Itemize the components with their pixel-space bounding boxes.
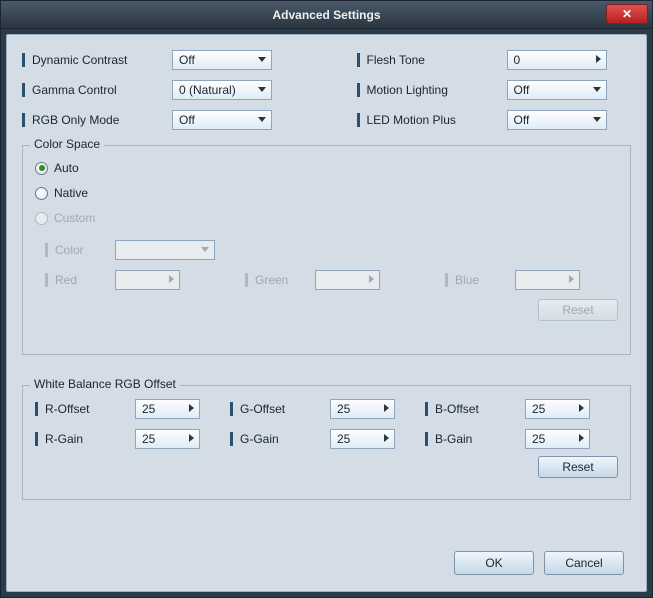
label-g-gain: G-Gain (230, 432, 330, 446)
row-dynamic-flesh: Dynamic Contrast Off Flesh Tone 0 (22, 45, 631, 75)
chevron-down-icon (258, 57, 266, 62)
label-flesh-tone: Flesh Tone (357, 53, 507, 67)
footer-buttons: OK Cancel (454, 551, 624, 575)
spinner-green (315, 270, 380, 290)
spinner-red (115, 270, 180, 290)
spinner-r-gain[interactable]: 25 (135, 429, 200, 449)
titlebar: Advanced Settings ✕ (1, 1, 652, 29)
label-gamma-control: Gamma Control (22, 83, 172, 97)
ok-button[interactable]: OK (454, 551, 534, 575)
spinner-b-offset[interactable]: 25 (525, 399, 590, 419)
radio-row-native: Native (35, 182, 618, 204)
spinner-b-gain[interactable]: 25 (525, 429, 590, 449)
label-color: Color (45, 243, 115, 257)
cancel-button[interactable]: Cancel (544, 551, 624, 575)
window-title: Advanced Settings (272, 8, 380, 22)
content-panel: Dynamic Contrast Off Flesh Tone 0 Gamma … (6, 34, 647, 592)
chevron-right-icon (569, 275, 574, 283)
fieldset-white-balance: White Balance RGB Offset R-Offset 25 G-O… (22, 385, 631, 500)
spinner-blue (515, 270, 580, 290)
chevron-right-icon (189, 404, 194, 412)
chevron-down-icon (593, 117, 601, 122)
spinner-r-offset[interactable]: 25 (135, 399, 200, 419)
chevron-down-icon (593, 87, 601, 92)
button-colorspace-reset: Reset (538, 299, 618, 321)
chevron-right-icon (596, 55, 601, 63)
chevron-right-icon (579, 404, 584, 412)
combo-motion-lighting[interactable]: Off (507, 80, 607, 100)
label-rgb-only-mode: RGB Only Mode (22, 113, 172, 127)
chevron-right-icon (579, 434, 584, 442)
radio-label-auto: Auto (54, 161, 79, 175)
color-space-custom-panel: Color Red Green Blue (45, 235, 618, 325)
chevron-right-icon (169, 275, 174, 283)
row-rgbonly-led: RGB Only Mode Off LED Motion Plus Off (22, 105, 631, 135)
combo-led-motion-plus[interactable]: Off (507, 110, 607, 130)
chevron-down-icon (201, 247, 209, 252)
legend-white-balance: White Balance RGB Offset (30, 377, 180, 391)
spinner-flesh-tone[interactable]: 0 (507, 50, 607, 70)
radio-label-custom: Custom (54, 211, 95, 225)
label-g-offset: G-Offset (230, 402, 330, 416)
label-led-motion-plus: LED Motion Plus (357, 113, 507, 127)
label-motion-lighting: Motion Lighting (357, 83, 507, 97)
radio-auto[interactable] (35, 162, 48, 175)
radio-native[interactable] (35, 187, 48, 200)
label-green: Green (245, 273, 315, 287)
radio-custom (35, 212, 48, 225)
legend-color-space: Color Space (30, 137, 104, 151)
spinner-g-gain[interactable]: 25 (330, 429, 395, 449)
label-b-gain: B-Gain (425, 432, 525, 446)
combo-rgb-only-mode[interactable]: Off (172, 110, 272, 130)
fieldset-color-space: Color Space Auto Native Custom Color (22, 145, 631, 355)
radio-row-auto: Auto (35, 157, 618, 179)
label-dynamic-contrast: Dynamic Contrast (22, 53, 172, 67)
label-blue: Blue (445, 273, 515, 287)
combo-color (115, 240, 215, 260)
label-r-offset: R-Offset (35, 402, 135, 416)
label-b-offset: B-Offset (425, 402, 525, 416)
chevron-right-icon (384, 434, 389, 442)
radio-label-native: Native (54, 186, 88, 200)
spinner-g-offset[interactable]: 25 (330, 399, 395, 419)
chevron-down-icon (258, 117, 266, 122)
label-r-gain: R-Gain (35, 432, 135, 446)
chevron-right-icon (189, 434, 194, 442)
label-red: Red (45, 273, 115, 287)
window: Advanced Settings ✕ Dynamic Contrast Off… (0, 0, 653, 598)
close-button[interactable]: ✕ (606, 4, 648, 24)
combo-dynamic-contrast[interactable]: Off (172, 50, 272, 70)
button-wb-reset[interactable]: Reset (538, 456, 618, 478)
chevron-down-icon (258, 87, 266, 92)
combo-gamma-control[interactable]: 0 (Natural) (172, 80, 272, 100)
chevron-right-icon (384, 404, 389, 412)
close-icon: ✕ (622, 7, 632, 21)
radio-row-custom: Custom (35, 207, 618, 229)
chevron-right-icon (369, 275, 374, 283)
row-gamma-motion: Gamma Control 0 (Natural) Motion Lightin… (22, 75, 631, 105)
